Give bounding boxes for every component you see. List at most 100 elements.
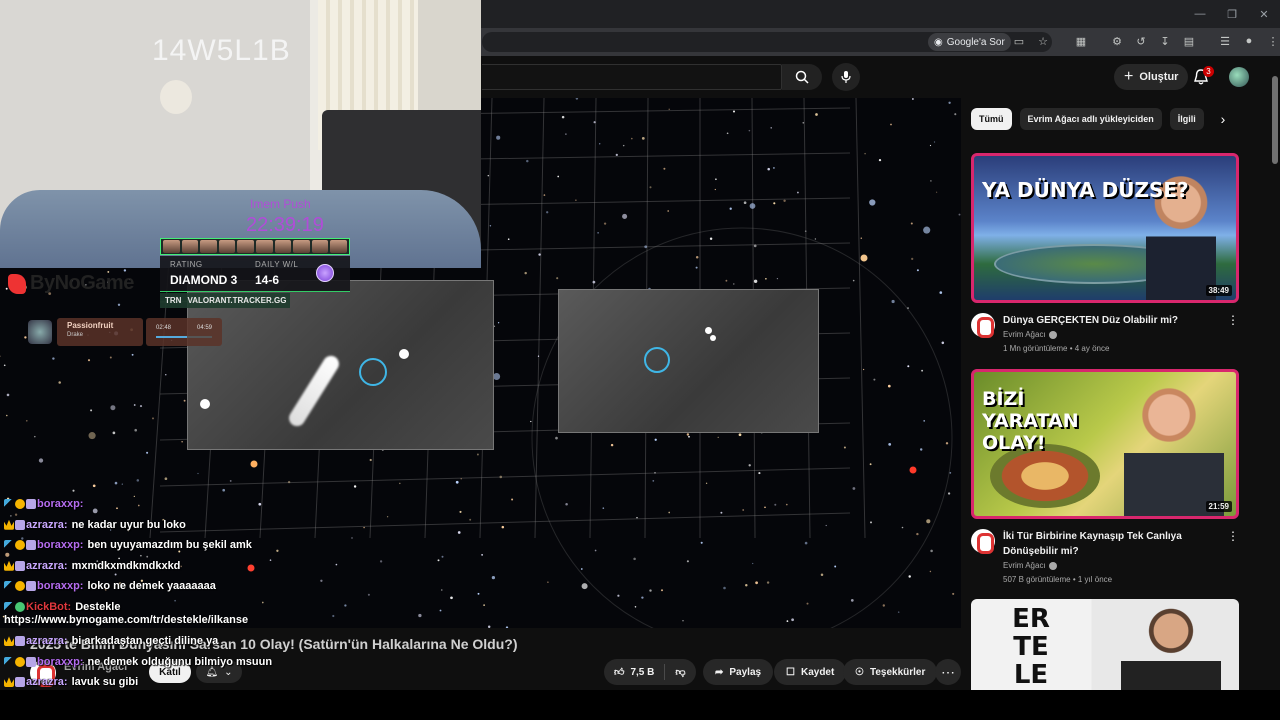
progress-track [156,336,212,338]
pic-badge-icon [15,677,25,688]
pic-badge-icon [15,560,25,571]
restore-icon[interactable]: ❐ [1216,0,1248,28]
video-thumbnail[interactable]: ER TE LE [971,599,1239,690]
extensions-icon[interactable]: ▦ [1072,32,1090,50]
chat-username[interactable]: azrazra: [26,635,68,647]
chat-username[interactable]: boraxxp: [37,539,83,551]
sky-star [766,581,770,584]
chat-username[interactable]: boraxxp: [37,656,83,668]
rank-emblem-icon [316,264,334,282]
save-button[interactable]: ☐ Kaydet [774,659,847,685]
related-video-channel[interactable]: Evrim Ağacı [1003,561,1057,570]
chat-text: loko ne demek yaaaaaaa [87,580,216,593]
chat-username[interactable]: azrazra: [26,676,68,688]
chat-username[interactable]: boraxxp: [37,580,83,592]
tracker-label: VALORANT.TRACKER.GG [187,296,287,305]
sky-star [92,484,96,488]
bright-star [250,460,258,468]
chat-text: Destekle [75,600,121,613]
related-video-title[interactable]: İki Tür Birbirine Kaynaşıp Tek Canlıya D… [1003,529,1223,559]
sky-star [538,253,541,256]
filter-chip[interactable]: İlgili [1169,108,1204,130]
sky-star [749,203,756,209]
related-video-card[interactable]: YA DÜNYA DÜZSE? 38:49 Dünya GERÇEKTEN Dü… [971,153,1239,363]
sword-badge-icon [4,499,14,510]
chevron-right-icon[interactable]: › [1214,110,1232,128]
sky-star [958,213,961,216]
chat-overlay-lower: azrazra: bi arkadaştan geçti diline ya bor… [4,631,474,693]
close-icon[interactable]: ✕ [1248,0,1280,28]
video-thumbnail[interactable]: YA DÜNYA DÜZSE? 38:49 [971,153,1239,303]
like-dislike-group: 👍︎ 7,5 B 👎︎ [604,659,696,685]
more-actions-button[interactable]: ⋯ [935,659,961,685]
history-icon[interactable]: ↺ [1132,32,1150,50]
star-icon[interactable]: ☆ [1034,32,1052,50]
google-lens-icon: ◉ [934,36,943,48]
wall-lamp [160,80,192,114]
search-button[interactable] [782,64,822,90]
song-progress: 02:48 04:59 [146,318,222,346]
translate-icon[interactable]: ▤ [1180,32,1198,50]
sky-star [814,238,817,240]
sky-star [565,133,567,135]
agent-portrait [218,240,236,253]
search-input[interactable] [482,64,782,90]
thumbnail-caption: ER TE LE [1012,604,1050,690]
puzzle-icon[interactable]: ⚙ [1108,32,1126,50]
video-thumbnail[interactable]: BİZİ YARATAN OLAY! 21:59 [971,369,1239,519]
sky-star [499,475,503,479]
account-avatar[interactable] [1229,67,1249,87]
related-video-title[interactable]: Dünya GERÇEKTEN Düz Olabilir mi? [1003,313,1223,328]
page-scrollbar[interactable] [1270,58,1280,690]
like-button[interactable]: 👍︎ 7,5 B [604,659,664,685]
sky-star [852,279,855,282]
sky-star [561,115,565,119]
profile-icon[interactable]: ● [1240,32,1258,50]
chat-username[interactable]: KickBot: [26,601,71,613]
create-button[interactable]: + Oluştur [1114,64,1189,90]
coin-badge-icon [15,581,25,592]
chat-text: ben uyuyamazdım bu şekil amk [87,539,252,552]
chat-username[interactable]: boraxxp: [37,498,83,510]
ask-google-chip[interactable]: ◉ Google'a Sor [928,33,1011,51]
related-video-card[interactable]: ER TE LE [971,599,1239,690]
more-vertical-icon[interactable]: ⋮ [1227,529,1239,543]
sky-star [758,472,761,475]
voice-search-button[interactable] [832,63,860,91]
sky-star [663,167,666,170]
like-count: 7,5 B [630,666,655,678]
song-current-time: 02:48 [156,325,172,331]
sky-star [873,378,876,381]
sky-star [933,141,936,143]
agent-portrait [274,240,292,253]
sky-star [668,108,670,110]
channel-icon[interactable] [971,313,995,338]
sky-star [929,570,932,573]
cast-icon[interactable]: ▭ [1010,32,1028,50]
sky-star [537,355,540,357]
sky-star [802,121,805,124]
scrollbar-thumb[interactable] [1272,76,1278,164]
related-video-card[interactable]: BİZİ YARATAN OLAY! 21:59 İki Tür Birbiri… [971,369,1239,599]
tab-search-icon[interactable]: ☰ [1216,32,1234,50]
download-icon[interactable]: ↧ [1156,32,1174,50]
minimize-icon[interactable]: — [1184,0,1216,28]
chat-username[interactable]: azrazra: [26,519,68,531]
sky-star [732,110,736,113]
highlight-ring [359,358,387,386]
related-video-channel[interactable]: Evrim Ağacı [1003,330,1057,339]
channel-icon[interactable] [971,529,995,554]
filter-chip[interactable]: Tümü [971,108,1012,130]
chat-message: boraxxp: [4,494,474,515]
more-vertical-icon[interactable]: ⋮ [1227,313,1239,327]
thanks-button[interactable]: ☉ Teşekkürler [843,659,938,685]
sky-star [723,586,726,590]
sky-star [654,438,657,441]
share-button[interactable]: ➦ Paylaş [703,659,774,685]
pic-badge-icon [26,499,36,510]
dislike-button[interactable]: 👎︎ [665,659,695,685]
webcam-overlay: 14W5L1B Imem Push 22:39:19 [0,0,481,268]
filter-chip[interactable]: Evrim Ağacı adlı yükleyiciden [1019,108,1162,130]
chat-username[interactable]: azrazra: [26,560,68,572]
menu-icon[interactable]: ⋮ [1264,32,1280,50]
